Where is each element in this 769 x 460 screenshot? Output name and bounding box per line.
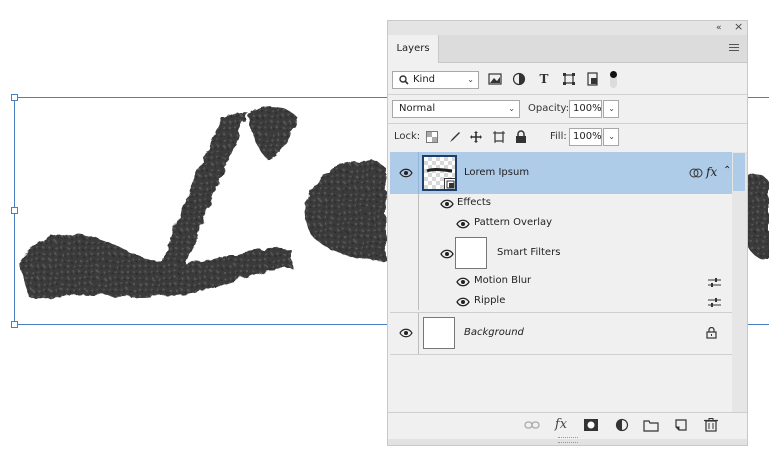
chevron-down-icon: ⌄	[467, 75, 474, 84]
opacity-label: Opacity:	[528, 103, 570, 114]
visibility-eye-icon[interactable]	[456, 277, 470, 287]
panel-menu-icon[interactable]	[729, 44, 739, 53]
filter-kind-label: Kind	[413, 74, 436, 85]
effects-label: Effects	[457, 197, 491, 208]
smart-object-filter-icon[interactable]	[586, 72, 600, 86]
layer-row-background[interactable]: Background	[390, 313, 732, 354]
lock-artboard-icon[interactable]	[492, 130, 506, 144]
bbox-top-edge-right	[748, 97, 769, 98]
panel-title-bar[interactable]: « ×	[388, 21, 747, 36]
filter-mask-indicator-icon	[689, 168, 703, 178]
lock-all-icon[interactable]	[514, 130, 528, 144]
bbox-bottom-edge-right	[748, 324, 769, 325]
layer-name-background[interactable]: Background	[464, 326, 524, 340]
collapse-effects-chevron-icon[interactable]: ⌃	[723, 164, 731, 178]
layer-name-lorem-ipsum[interactable]: Lorem Ipsum	[464, 166, 529, 180]
blend-mode-dropdown[interactable]: Normal ⌄	[392, 100, 520, 118]
visibility-eye-icon[interactable]	[440, 199, 454, 209]
effects-row[interactable]: Effects	[390, 194, 732, 310]
transform-handle-top-left[interactable]	[11, 94, 18, 101]
layer-row-lorem-ipsum[interactable]: Lorem Ipsum fx ⌃	[390, 152, 732, 194]
adjustment-layer-filter-icon[interactable]	[512, 72, 526, 86]
close-panel-icon[interactable]: ×	[734, 21, 743, 33]
chevron-down-icon: ⌄	[608, 132, 615, 141]
fill-label: Fill:	[550, 131, 567, 142]
transform-handle-bottom-left[interactable]	[11, 321, 18, 328]
layers-panel: « × Layers Kind ⌄ T Normal ⌄ Opacity: 10…	[387, 20, 748, 446]
filter-name-ripple: Ripple	[474, 295, 506, 306]
add-layer-mask-icon[interactable]	[583, 418, 599, 432]
chevron-down-icon: ⌄	[508, 104, 515, 113]
transform-handle-middle-left[interactable]	[11, 207, 18, 214]
new-adjustment-layer-icon[interactable]	[615, 418, 631, 432]
effect-name-pattern-overlay: Pattern Overlay	[474, 217, 553, 228]
filter-kind-dropdown[interactable]: Kind ⌄	[392, 71, 479, 89]
filter-toggle-switch[interactable]	[610, 71, 617, 88]
layer-effects-icon[interactable]: fx	[706, 165, 717, 179]
chevron-down-icon: ⌄	[608, 104, 615, 113]
layers-bottom-toolbar: fx	[388, 412, 747, 438]
blending-options-icon[interactable]	[708, 277, 721, 288]
opacity-value: 100%	[573, 103, 602, 114]
fill-field[interactable]: 100%	[569, 128, 602, 146]
bbox-top-edge	[14, 97, 387, 98]
search-icon	[399, 75, 409, 85]
panel-tab-row: Layers	[388, 35, 747, 63]
lock-transparent-pixels-icon[interactable]	[426, 131, 440, 145]
lock-label: Lock:	[394, 131, 421, 142]
smart-object-badge-icon	[444, 178, 456, 190]
smart-filters-row[interactable]: Smart Filters	[390, 234, 732, 272]
filter-row-motion-blur[interactable]: Motion Blur	[390, 272, 732, 292]
blend-mode-value: Normal	[399, 103, 436, 114]
lock-position-icon[interactable]	[469, 130, 483, 144]
blend-row: Normal ⌄ Opacity: 100% ⌄	[388, 98, 747, 120]
add-layer-style-icon[interactable]: fx	[553, 418, 569, 432]
type-layer-filter-icon[interactable]: T	[537, 72, 551, 86]
layer-thumbnail-lorem-ipsum[interactable]	[422, 155, 457, 191]
filter-row-ripple[interactable]: Ripple	[390, 292, 732, 312]
shape-layer-filter-icon[interactable]	[562, 72, 576, 86]
layer-locked-icon	[706, 327, 717, 339]
visibility-eye-icon[interactable]	[440, 249, 454, 259]
visibility-eye-icon[interactable]	[399, 168, 413, 178]
pixel-layer-filter-icon[interactable]	[488, 72, 502, 86]
fill-slider-toggle[interactable]: ⌄	[603, 128, 619, 146]
collapse-panel-icon[interactable]: «	[716, 22, 722, 34]
opacity-slider-toggle[interactable]: ⌄	[603, 100, 619, 118]
lock-image-pixels-icon[interactable]	[448, 130, 462, 144]
layers-scrollbar[interactable]	[732, 152, 747, 412]
visibility-eye-icon[interactable]	[456, 219, 470, 229]
filter-row: Kind ⌄ T	[388, 69, 747, 91]
link-layers-icon[interactable]	[524, 418, 540, 432]
panel-resize-grip[interactable]	[558, 437, 578, 443]
tab-layers[interactable]: Layers	[388, 35, 439, 63]
smart-filter-mask-thumbnail[interactable]	[455, 237, 487, 269]
layers-list: Lorem Ipsum fx ⌃ Effects Pattern Overlay…	[390, 152, 732, 412]
opacity-field[interactable]: 100%	[569, 100, 602, 118]
visibility-eye-icon[interactable]	[399, 328, 413, 338]
visibility-eye-icon[interactable]	[456, 297, 470, 307]
smart-filters-label: Smart Filters	[497, 247, 561, 258]
new-layer-icon[interactable]	[673, 418, 689, 432]
fill-value: 100%	[573, 131, 602, 142]
filter-name-motion-blur: Motion Blur	[474, 275, 532, 286]
blending-options-icon[interactable]	[708, 297, 721, 308]
scrollbar-thumb[interactable]	[733, 153, 745, 191]
delete-layer-trash-icon[interactable]	[703, 418, 719, 432]
bbox-bottom-edge	[14, 324, 387, 325]
new-group-folder-icon[interactable]	[643, 418, 659, 432]
effect-row-pattern-overlay[interactable]: Pattern Overlay	[390, 214, 732, 234]
layer-thumbnail-background[interactable]	[423, 317, 455, 349]
lock-row: Lock: Fill: 100% ⌄	[388, 126, 747, 148]
